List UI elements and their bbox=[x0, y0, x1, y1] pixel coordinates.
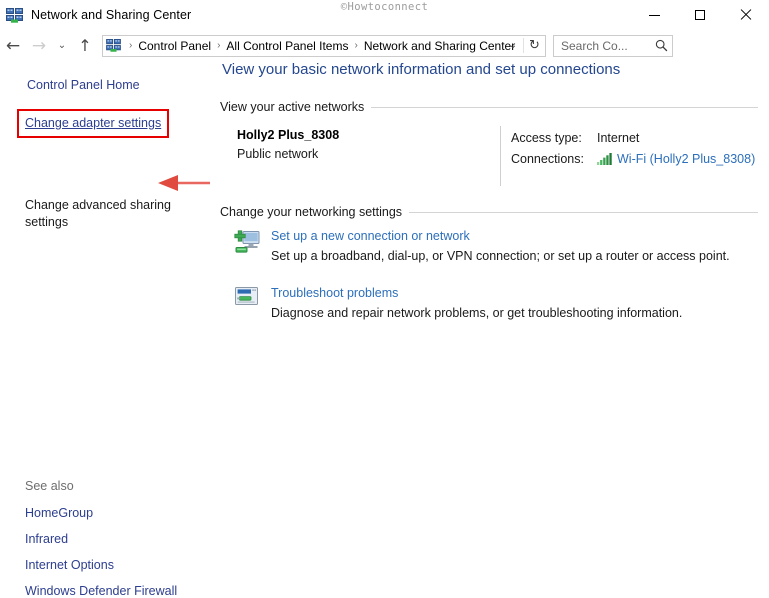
window-controls bbox=[631, 0, 769, 30]
breadcrumb-control-panel[interactable]: Control Panel bbox=[136, 39, 213, 53]
section-change-networking-settings: Change your networking settings bbox=[220, 205, 758, 219]
task-text: Set up a new connection or network Set u… bbox=[271, 229, 730, 265]
network-icon bbox=[6, 7, 23, 23]
network-details: Access type: Internet Connections: Wi-Fi… bbox=[511, 127, 755, 169]
search-input[interactable]: Search Co... bbox=[553, 34, 673, 57]
see-also-item-homegroup[interactable]: HomeGroup bbox=[25, 506, 210, 520]
sidebar: Control Panel Home Change adapter settin… bbox=[0, 61, 302, 598]
access-type-label: Access type: bbox=[511, 130, 582, 145]
sidebar-item-change-advanced-sharing-settings[interactable]: Change advanced sharing settings bbox=[25, 197, 185, 231]
see-also-item-internet-options[interactable]: Internet Options bbox=[25, 558, 210, 572]
refresh-icon[interactable]: ↻ bbox=[523, 38, 545, 53]
page-title: View your basic network information and … bbox=[222, 61, 621, 78]
task-text: Troubleshoot problems Diagnose and repai… bbox=[271, 286, 682, 322]
search-icon[interactable] bbox=[650, 39, 672, 52]
network-sharing-center-window: Network and Sharing Center ©Howtoconnect… bbox=[0, 0, 769, 598]
breadcrumb-separator: › bbox=[354, 40, 358, 51]
task-troubleshoot-problems: Troubleshoot problems Diagnose and repai… bbox=[232, 286, 682, 322]
see-also-item-infrared[interactable]: Infrared bbox=[25, 532, 210, 546]
forward-button[interactable]: → bbox=[26, 33, 52, 59]
section-view-active-networks: View your active networks bbox=[220, 100, 758, 114]
up-button[interactable]: ↑ bbox=[72, 33, 98, 59]
section-divider bbox=[371, 106, 758, 108]
sidebar-item-change-adapter-settings[interactable]: Change adapter settings bbox=[25, 116, 161, 130]
window-title: Network and Sharing Center bbox=[31, 8, 192, 22]
task-set-up-new-connection: Set up a new connection or network Set u… bbox=[232, 229, 730, 265]
close-button[interactable] bbox=[723, 0, 769, 30]
search-input-value[interactable]: Search Co... bbox=[554, 39, 650, 53]
back-button[interactable]: ← bbox=[0, 33, 26, 59]
address-bar[interactable]: › Control Panel › All Control Panel Item… bbox=[102, 34, 546, 57]
see-also-section: See also HomeGroup Infrared Internet Opt… bbox=[25, 479, 210, 598]
connection-link-wifi[interactable]: Wi-Fi (Holly2 Plus_8308) bbox=[617, 152, 755, 166]
link-set-up-new-connection[interactable]: Set up a new connection or network bbox=[271, 229, 730, 243]
address-bar-actions: ⌄ ↻ bbox=[503, 36, 545, 56]
sidebar-item-control-panel-home[interactable]: Control Panel Home bbox=[27, 77, 140, 93]
minimize-button[interactable] bbox=[631, 0, 677, 30]
breadcrumb-network-and-sharing-center[interactable]: Network and Sharing Center bbox=[362, 39, 517, 53]
breadcrumb-all-control-panel-items[interactable]: All Control Panel Items bbox=[224, 39, 350, 53]
troubleshoot-icon bbox=[232, 286, 262, 314]
connections-row: Connections: Wi-Fi (Holly2 Plus_8308) bbox=[511, 148, 755, 169]
connections-label: Connections: bbox=[511, 151, 584, 166]
see-also-title: See also bbox=[25, 479, 74, 493]
task-description: Diagnose and repair network problems, or… bbox=[271, 306, 683, 320]
title-bar: Network and Sharing Center ©Howtoconnect bbox=[0, 0, 769, 30]
address-network-icon bbox=[106, 39, 121, 52]
maximize-button[interactable] bbox=[677, 0, 723, 30]
access-type-value: Internet bbox=[597, 130, 640, 145]
network-name: Holly2 Plus_8308 bbox=[237, 128, 340, 142]
task-description: Set up a broadband, dial-up, or VPN conn… bbox=[271, 249, 730, 263]
main-content: View your basic network information and … bbox=[210, 61, 769, 598]
active-network-summary: Holly2 Plus_8308 Public network bbox=[237, 128, 487, 161]
change-adapter-settings-highlight: Change adapter settings bbox=[17, 109, 170, 138]
recent-locations-button[interactable]: ⌄ bbox=[52, 33, 72, 59]
see-also-item-windows-defender-firewall[interactable]: Windows Defender Firewall bbox=[25, 584, 210, 598]
section-divider bbox=[409, 211, 758, 213]
section-label: View your active networks bbox=[220, 100, 365, 114]
link-troubleshoot-problems[interactable]: Troubleshoot problems bbox=[271, 286, 682, 300]
breadcrumb-separator: › bbox=[129, 40, 133, 51]
chevron-down-icon[interactable]: ⌄ bbox=[503, 40, 523, 51]
network-details-divider bbox=[500, 126, 501, 186]
section-label: Change your networking settings bbox=[220, 205, 403, 219]
breadcrumb-separator: › bbox=[217, 40, 221, 51]
navigation-bar: ← → ⌄ ↑ › Control Panel › All Control Pa… bbox=[0, 30, 769, 61]
access-type-row: Access type: Internet bbox=[511, 127, 755, 148]
new-connection-icon bbox=[232, 229, 262, 257]
network-type: Public network bbox=[237, 147, 319, 161]
wifi-signal-icon bbox=[597, 152, 612, 165]
